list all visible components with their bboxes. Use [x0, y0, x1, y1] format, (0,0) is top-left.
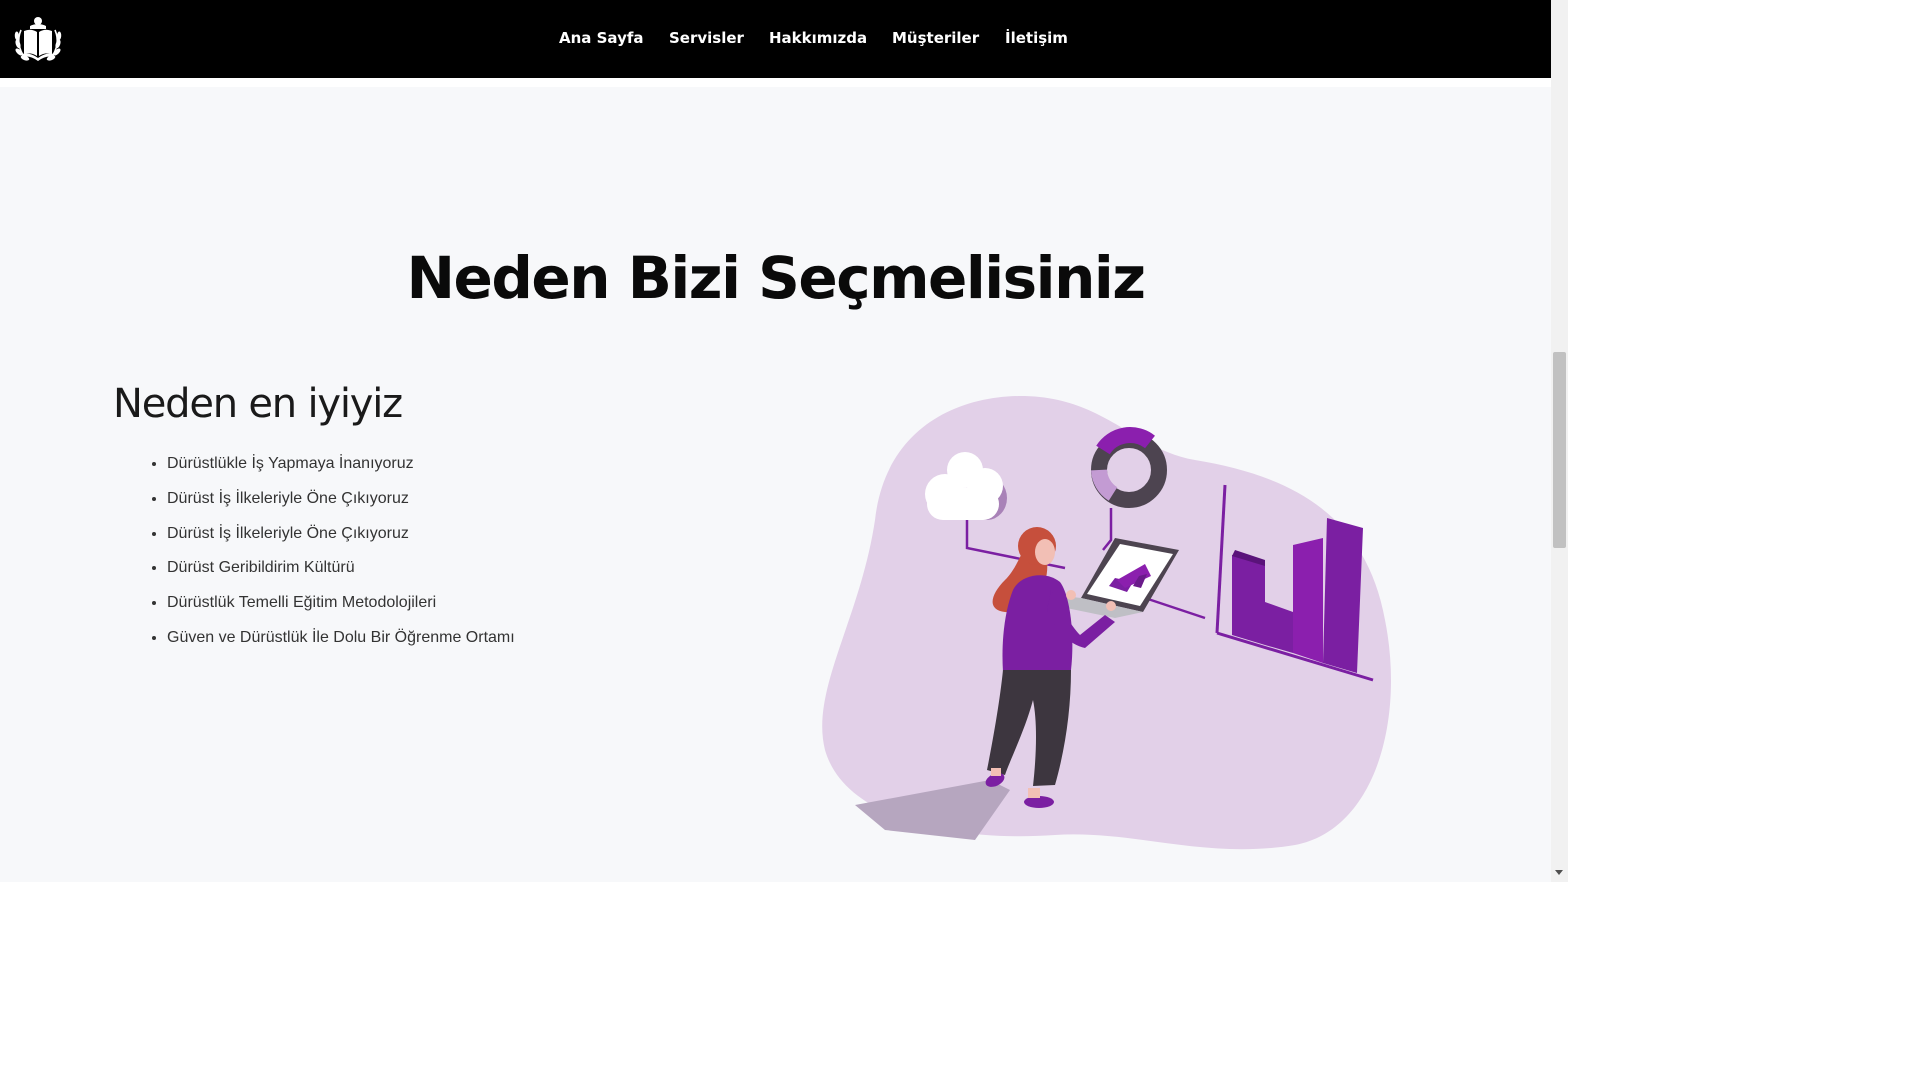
page: Ana Sayfa Servisler Hakkımızda Müşterile… — [0, 0, 1568, 882]
section-subtitle: Neden en iyiyiz — [113, 381, 403, 427]
nav-link-services[interactable]: Servisler — [669, 29, 744, 47]
navbar-divider — [0, 78, 1551, 87]
scrollbar-thumb[interactable] — [1553, 352, 1566, 548]
nav-link-clients[interactable]: Müşteriler — [892, 29, 979, 47]
list-item: Dürüst İş İlkeleriyle Öne Çıkıyoruz — [167, 519, 515, 554]
book-laurel-logo-icon[interactable] — [11, 14, 65, 66]
scroll-down-arrow-icon[interactable] — [1555, 870, 1563, 875]
woman-laptop-analytics-illustration — [822, 395, 1391, 850]
navbar: Ana Sayfa Servisler Hakkımızda Müşterile… — [0, 0, 1551, 78]
reasons-list: Dürüstlükle İş Yapmaya İnanıyoruz Dürüst… — [142, 449, 515, 658]
list-item: Dürüstlükle İş Yapmaya İnanıyoruz — [167, 449, 515, 484]
list-item: Güven ve Dürüstlük İle Dolu Bir Öğrenme … — [167, 623, 515, 658]
nav-link-contact[interactable]: İletişim — [1005, 29, 1068, 47]
list-item: Dürüst İş İlkeleriyle Öne Çıkıyoruz — [167, 484, 515, 519]
nav-link-home[interactable]: Ana Sayfa — [559, 29, 644, 47]
list-item: Dürüstlük Temelli Eğitim Metodolojileri — [167, 588, 515, 623]
list-item: Dürüst Geribildirim Kültürü — [167, 553, 515, 588]
nav-link-about[interactable]: Hakkımızda — [769, 29, 867, 47]
section-title: Neden Bizi Seçmelisiniz — [406, 244, 1147, 312]
